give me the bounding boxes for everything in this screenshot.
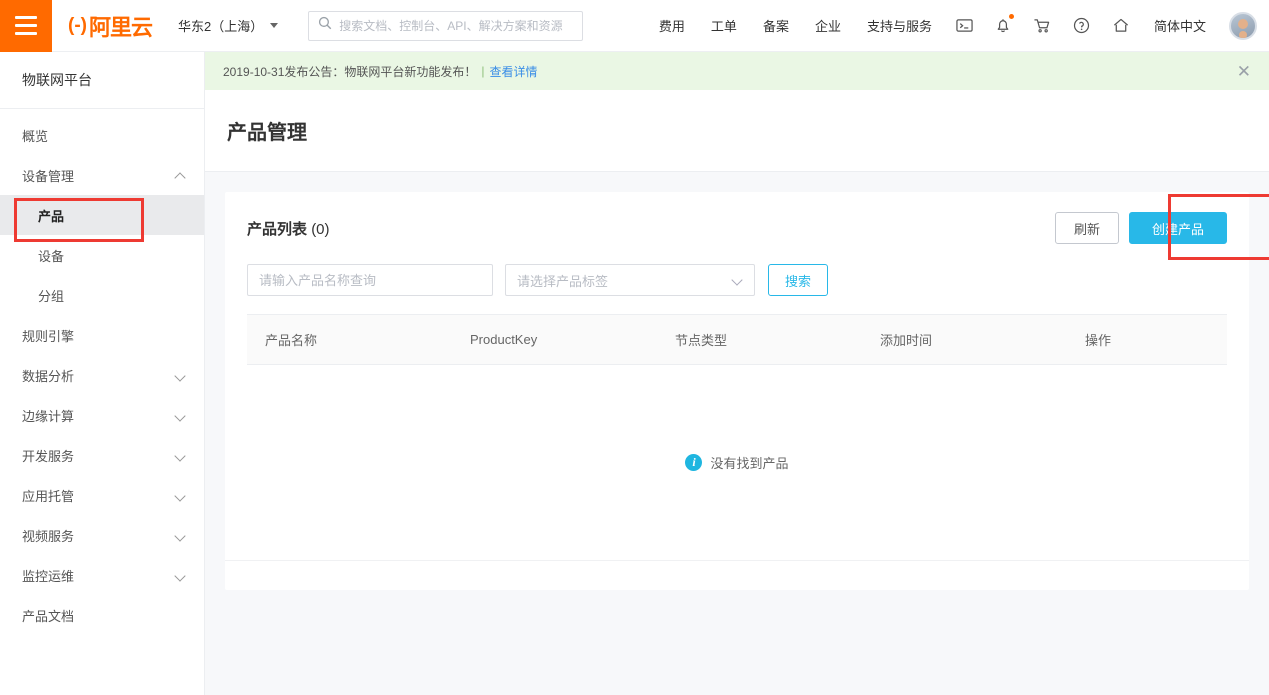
chevron-down-icon (175, 530, 186, 541)
brand-name: 阿里云 (88, 14, 153, 40)
page-title: 产品管理 (227, 122, 307, 144)
column-header-actions: 操作 (1067, 314, 1227, 365)
product-tag-filter[interactable]: 请选择产品标签 (505, 264, 755, 296)
language-selector[interactable]: 简体中文 (1141, 16, 1219, 35)
sidebar-item-label: 概览 (22, 128, 49, 144)
sidebar: 物联网平台 概览 设备管理 产品 设备 分组 规则引擎 数据分析 边缘计算 开发… (0, 52, 205, 695)
sidebar-item-dev-services[interactable]: 开发服务 (0, 435, 204, 475)
product-list-title-text: 产品列表 (247, 220, 308, 238)
product-table-head: 产品名称 ProductKey 节点类型 添加时间 操作 (247, 314, 1227, 365)
table-header-row: 产品名称 ProductKey 节点类型 添加时间 操作 (247, 314, 1227, 365)
brand-logo[interactable]: (-) 阿里云 (68, 10, 153, 42)
sidebar-item-overview[interactable]: 概览 (0, 115, 204, 155)
product-count: (0) (311, 220, 330, 238)
main-content: 产品管理 产品列表 (0) 刷新 创建产品 请输入产品名称查询 请选择产品标签 … (205, 90, 1269, 695)
chevron-down-icon (270, 23, 279, 28)
sidebar-item-products[interactable]: 产品 (0, 195, 204, 235)
sidebar-item-label: 产品文档 (22, 608, 75, 624)
product-list-actions: 刷新 创建产品 (1054, 212, 1227, 244)
nav-link-icp[interactable]: 备案 (750, 16, 802, 35)
sidebar-item-rules-engine[interactable]: 规则引擎 (0, 315, 204, 355)
sidebar-item-label: 规则引擎 (22, 328, 75, 344)
announcement-banner: 2019-10-31发布公告：物联网平台新功能发布！ | 查看详情 ✕ (205, 52, 1269, 90)
close-icon[interactable]: ✕ (1233, 63, 1255, 80)
sidebar-item-label: 开发服务 (22, 448, 75, 464)
sidebar-item-label: 应用托管 (22, 488, 75, 504)
region-selector[interactable]: 华东2（上海） (178, 16, 279, 35)
content-area: 产品列表 (0) 刷新 创建产品 请选择产品标签 (205, 172, 1269, 695)
sidebar-item-label: 视频服务 (22, 528, 75, 544)
nav-link-support[interactable]: 支持与服务 (854, 16, 945, 35)
nav-link-fees[interactable]: 费用 (646, 16, 698, 35)
help-icon[interactable] (1062, 17, 1101, 34)
sidebar-item-label: 设备管理 (22, 168, 75, 184)
column-header-product-name: 产品名称 (247, 314, 452, 365)
create-product-button[interactable]: 创建产品 (1128, 212, 1227, 244)
hamburger-icon[interactable] (0, 0, 52, 52)
empty-state-text: 没有找到产品 (710, 456, 789, 471)
sidebar-item-label: 设备 (38, 248, 65, 264)
top-header: (-) 阿里云 华东2（上海） 费用 工单 备案 企业 支持与服务 (0, 0, 1269, 52)
region-label: 华东2（上海） (178, 19, 264, 34)
sidebar-item-device-management[interactable]: 设备管理 (0, 155, 204, 195)
chevron-down-icon (175, 570, 186, 581)
bell-icon[interactable] (984, 14, 1022, 34)
search-button[interactable]: 搜索 (768, 264, 829, 296)
info-icon: i (685, 454, 703, 471)
sidebar-item-video-services[interactable]: 视频服务 (0, 515, 204, 555)
sidebar-item-devices[interactable]: 设备 (0, 235, 204, 275)
header-nav: 费用 工单 备案 企业 支持与服务 简体中文 (646, 11, 1269, 40)
announcement-text: 2019-10-31发布公告：物联网平台新功能发布！ (223, 64, 477, 79)
sidebar-item-edge-computing[interactable]: 边缘计算 (0, 395, 204, 435)
sidebar-item-label: 产品 (38, 208, 65, 224)
card-divider (225, 560, 1249, 561)
announcement-link[interactable]: 查看详情 (490, 63, 538, 80)
sidebar-menu: 概览 设备管理 产品 设备 分组 规则引擎 数据分析 边缘计算 开发服务 应用托… (0, 109, 204, 635)
notification-badge-dot (1008, 14, 1014, 19)
chevron-down-icon (175, 490, 186, 501)
avatar[interactable] (1229, 11, 1257, 40)
product-list-header: 产品列表 (0) 刷新 创建产品 (247, 192, 1269, 264)
global-search-box[interactable] (308, 10, 584, 41)
cart-icon[interactable] (1022, 17, 1062, 34)
brand-mark-icon: (-) (68, 14, 87, 36)
terminal-icon[interactable] (945, 17, 984, 34)
page-header: 产品管理 (205, 90, 1269, 172)
empty-state: i 没有找到产品 (247, 365, 1227, 560)
sidebar-item-app-hosting[interactable]: 应用托管 (0, 475, 204, 515)
global-search-input[interactable] (339, 18, 574, 33)
chevron-up-icon (175, 170, 186, 181)
chevron-down-icon (175, 370, 186, 381)
sidebar-item-data-analysis[interactable]: 数据分析 (0, 355, 204, 395)
sidebar-item-product-docs[interactable]: 产品文档 (0, 595, 204, 635)
refresh-button[interactable]: 刷新 (1054, 212, 1119, 244)
sidebar-item-groups[interactable]: 分组 (0, 275, 204, 315)
product-table: 产品名称 ProductKey 节点类型 添加时间 操作 (247, 314, 1227, 365)
sidebar-item-label: 分组 (38, 288, 65, 304)
product-name-filter[interactable] (247, 264, 493, 296)
chevron-down-icon (175, 450, 186, 461)
product-name-input[interactable] (259, 272, 481, 288)
chevron-down-icon (175, 410, 186, 421)
sidebar-item-label: 监控运维 (22, 568, 75, 584)
nav-link-tickets[interactable]: 工单 (698, 16, 750, 35)
column-header-product-key: ProductKey (452, 314, 657, 365)
sidebar-item-monitoring-ops[interactable]: 监控运维 (0, 555, 204, 595)
home-icon[interactable] (1101, 17, 1141, 34)
app-root: (-) 阿里云 华东2（上海） 费用 工单 备案 企业 支持与服务 (0, 0, 1269, 695)
product-tag-filter-value: 请选择产品标签 (517, 273, 609, 289)
search-icon (318, 16, 332, 35)
nav-link-enterprise[interactable]: 企业 (802, 16, 854, 35)
announcement-separator: | (481, 64, 485, 78)
column-header-add-time: 添加时间 (862, 314, 1067, 365)
sidebar-title: 物联网平台 (0, 52, 204, 109)
column-header-node-type: 节点类型 (657, 314, 862, 365)
product-list-title: 产品列表 (0) (247, 218, 330, 239)
sidebar-item-label: 边缘计算 (22, 408, 75, 424)
chevron-down-icon (733, 275, 743, 285)
sidebar-item-label: 数据分析 (22, 368, 75, 384)
product-filters: 请选择产品标签 搜索 (247, 264, 1227, 314)
product-list-card: 产品列表 (0) 刷新 创建产品 请选择产品标签 (225, 192, 1269, 590)
